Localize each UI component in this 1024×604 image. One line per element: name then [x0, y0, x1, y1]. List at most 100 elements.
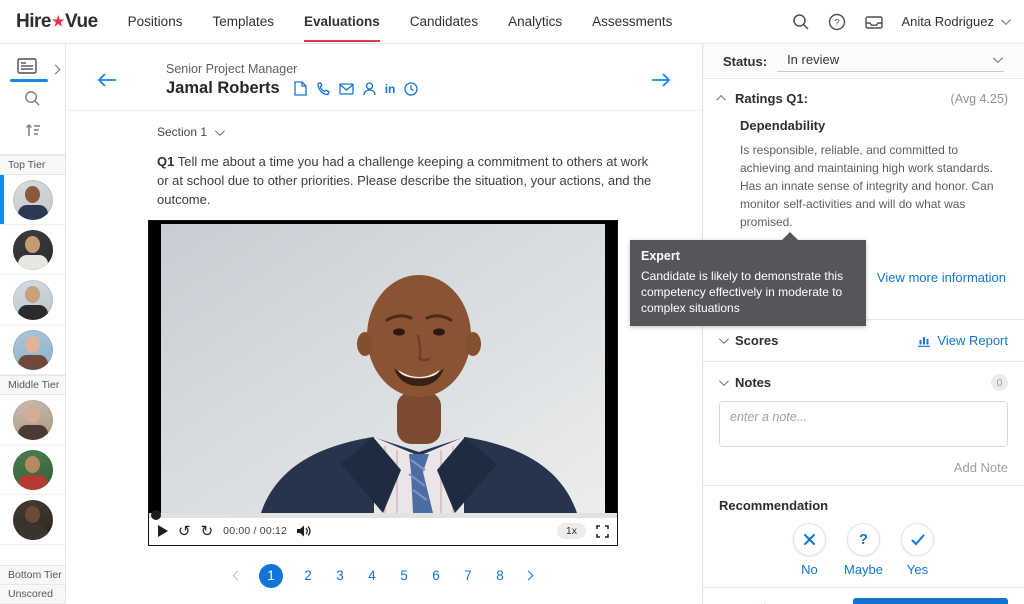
avatar: [12, 399, 53, 440]
notes-section: Notes 0 Add Note: [703, 361, 1024, 485]
recommendation-section: Recommendation No ? Maybe Yes: [703, 485, 1024, 587]
playback-speed-button[interactable]: 1x: [556, 523, 586, 540]
rewind-button[interactable]: ↺: [178, 524, 191, 539]
candidate-avatar-6[interactable]: [0, 445, 65, 495]
previous-candidate-button[interactable]: [96, 71, 118, 89]
search-icon[interactable]: [792, 13, 810, 31]
chevron-left-icon: [232, 570, 243, 581]
candidate-video-still: [161, 223, 605, 513]
help-icon[interactable]: ?: [828, 13, 846, 31]
user-menu[interactable]: Anita Rodriguez: [902, 14, 1011, 29]
tooltip-text: Candidate is likely to demonstrate this …: [641, 268, 844, 316]
check-icon: [901, 523, 935, 556]
candidate-avatar-2[interactable]: [0, 225, 65, 275]
page-5[interactable]: 5: [397, 568, 411, 583]
volume-icon[interactable]: [297, 525, 311, 537]
nav-templates[interactable]: Templates: [212, 1, 274, 42]
email-icon[interactable]: [339, 82, 354, 95]
add-note-button[interactable]: Add Note: [719, 460, 1008, 475]
prev-page-button[interactable]: [232, 570, 243, 581]
done-evaluating-button[interactable]: Done Evaluating: [852, 598, 1008, 604]
view-more-link[interactable]: View more information: [877, 270, 1006, 285]
section-selector[interactable]: Section 1: [157, 125, 702, 139]
profile-icon[interactable]: [363, 81, 376, 96]
avatar: [12, 279, 53, 320]
play-button[interactable]: [157, 525, 168, 538]
video-screen[interactable]: [149, 220, 617, 513]
page-6[interactable]: 6: [429, 568, 443, 583]
phone-icon[interactable]: [316, 81, 330, 96]
nav-evaluations[interactable]: Evaluations: [303, 1, 380, 42]
avatar: [12, 329, 53, 370]
collapse-notes-icon[interactable]: [718, 376, 729, 387]
video-progress-bar[interactable]: [149, 509, 617, 520]
forward-button[interactable]: ↻: [201, 524, 214, 539]
inbox-icon[interactable]: [864, 13, 884, 31]
ratings-title: Ratings Q1:: [735, 91, 808, 106]
next-page-button[interactable]: [523, 570, 534, 581]
view-report-link[interactable]: View Report: [937, 333, 1008, 348]
nav-analytics[interactable]: Analytics: [508, 1, 562, 42]
candidate-avatar-4[interactable]: [0, 325, 65, 375]
video-controls: ↺ ↻ 00:00 / 00:12 1x: [149, 517, 617, 545]
status-dropdown[interactable]: In review: [777, 50, 1004, 72]
playhead-handle[interactable]: [151, 509, 161, 520]
question-mark-icon: ?: [847, 523, 880, 556]
candidate-avatar-jamal[interactable]: [0, 175, 65, 225]
linkedin-icon[interactable]: in: [385, 82, 396, 96]
resume-icon[interactable]: [294, 81, 307, 96]
candidate-portrait: [161, 223, 605, 513]
candidate-avatar-5[interactable]: [0, 395, 65, 445]
status-label: Status:: [723, 53, 768, 69]
next-candidate-button[interactable]: [650, 71, 672, 89]
fullscreen-button[interactable]: [596, 524, 609, 538]
recommend-maybe-button[interactable]: ? Maybe: [844, 523, 883, 577]
notes-count-badge: 0: [991, 374, 1008, 391]
nav-positions[interactable]: Positions: [128, 1, 183, 42]
competency-name: Dependability: [740, 118, 826, 133]
nav-candidates[interactable]: Candidates: [410, 1, 478, 42]
video-player: ↺ ↻ 00:00 / 00:12 1x: [148, 219, 618, 546]
logo-star-icon: ★: [51, 13, 65, 29]
tier-label-bottom: Bottom Tier: [0, 565, 65, 585]
search-icon: [25, 90, 40, 106]
recommend-yes-button[interactable]: Yes: [901, 523, 935, 577]
position-title: Senior Project Manager: [166, 62, 298, 76]
card-view-tab[interactable]: [0, 50, 65, 82]
question-pagination: 1 2 3 4 5 6 7 8: [148, 563, 618, 588]
arrow-left-icon: [97, 73, 116, 87]
candidate-avatar-7[interactable]: [0, 495, 65, 545]
avatar: [12, 449, 53, 490]
candidate-sidebar: Top Tier Middle Tier Bottom Tier Unscore…: [0, 44, 66, 604]
sidebar-sort-button[interactable]: [0, 114, 65, 146]
collapse-ratings-icon[interactable]: [716, 94, 727, 105]
svg-text:?: ?: [834, 17, 839, 28]
top-navigation-bar: Hire ★ Vue Positions Templates Evaluations…: [0, 0, 1024, 44]
page-2[interactable]: 2: [301, 568, 315, 583]
recommend-no-button[interactable]: No: [792, 523, 826, 577]
page-4[interactable]: 4: [365, 568, 379, 583]
page-8[interactable]: 8: [493, 568, 507, 583]
logo-text-vue: Vue: [65, 10, 98, 32]
history-icon[interactable]: [404, 81, 419, 96]
page-7[interactable]: 7: [461, 568, 475, 583]
avatar: [12, 179, 53, 220]
candidate-avatar-3[interactable]: [0, 275, 65, 325]
tooltip-title: Expert: [641, 249, 680, 263]
card-view-icon: [17, 58, 37, 74]
scores-title: Scores: [735, 333, 779, 348]
page-3[interactable]: 3: [333, 568, 347, 583]
sidebar-search-button[interactable]: [0, 82, 65, 114]
page-1[interactable]: 1: [259, 563, 283, 588]
note-input[interactable]: [719, 401, 1008, 447]
ratings-average: (Avg 4.25): [950, 91, 1008, 106]
nav-assessments[interactable]: Assessments: [592, 1, 672, 42]
expand-sidebar-button[interactable]: [50, 61, 61, 76]
notes-title: Notes: [735, 375, 772, 390]
evaluation-main: Senior Project Manager Jamal Roberts in: [66, 44, 702, 604]
hirevue-logo[interactable]: Hire ★ Vue: [16, 11, 98, 33]
chevron-down-icon: [1000, 15, 1011, 26]
expand-scores-icon[interactable]: [718, 334, 729, 345]
section-label: Section 1: [157, 125, 208, 139]
chevron-down-icon: [215, 125, 225, 136]
